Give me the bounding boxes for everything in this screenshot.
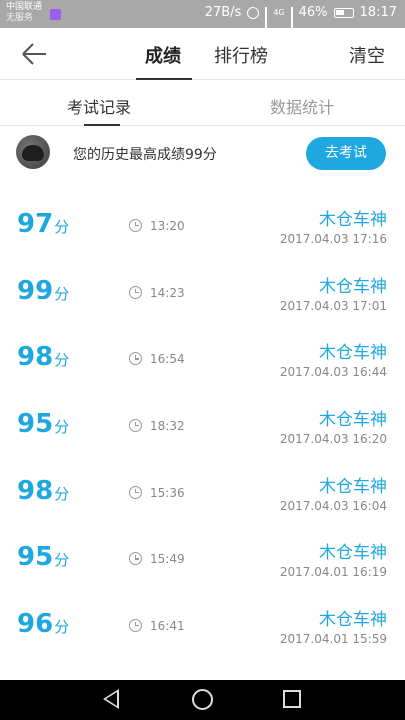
record-score: 96分 <box>17 609 69 639</box>
sub-tabs: 考试记录 数据统计 <box>0 80 405 126</box>
subtab-indicator <box>84 124 120 126</box>
clear-button[interactable]: 清空 <box>349 42 385 68</box>
record-date: 2017.04.03 16:20 <box>279 432 387 447</box>
record-name: 木仓车神 <box>319 343 387 364</box>
arrow-left-icon <box>22 43 46 65</box>
clock-icon <box>129 352 142 366</box>
score-value: 99 <box>17 275 54 306</box>
record-date: 2017.04.03 16:44 <box>279 365 387 380</box>
network-speed: 27B/s <box>204 5 242 20</box>
clock-icon <box>129 419 142 433</box>
alarm-icon <box>247 6 260 19</box>
record-name: 木仓车神 <box>319 476 387 497</box>
clock-icon <box>129 619 142 633</box>
back-button[interactable] <box>20 42 48 66</box>
record-date: 2017.04.01 15:59 <box>279 632 387 647</box>
go-exam-button[interactable]: 去考试 <box>306 137 386 170</box>
record-name: 木仓车神 <box>319 410 387 431</box>
record-duration: 13:20 <box>150 219 185 233</box>
record-duration: 14:23 <box>150 285 185 300</box>
record-name: 木仓车神 <box>319 610 387 631</box>
score-value: 96 <box>17 609 54 640</box>
carrier-name: 中国联通 <box>6 2 43 12</box>
list-item[interactable]: 98分 15:36 木仓车神 2017.04.03 16:04 <box>0 460 405 527</box>
clock-time: 18:17 <box>359 5 397 20</box>
battery-icon <box>333 7 354 18</box>
record-name: 木仓车神 <box>319 210 387 230</box>
list-item[interactable]: 96分 16:41 木仓车神 2017.04.01 15:59 <box>0 593 405 660</box>
record-duration: 15:49 <box>150 552 185 567</box>
list-item[interactable]: 95分 15:49 木仓车神 2017.04.01 16:19 <box>0 526 405 593</box>
best-score-text: 您的历史最高成绩99分 <box>73 147 217 163</box>
record-score: 97分 <box>17 209 69 239</box>
list-item[interactable]: 98分 16:54 木仓车神 2017.04.03 16:44 <box>0 326 405 393</box>
circle-home-icon[interactable] <box>192 689 213 710</box>
record-date: 2017.04.03 16:04 <box>279 498 387 513</box>
record-duration: 15:36 <box>150 485 185 500</box>
clock-icon <box>129 552 142 566</box>
score-unit: 分 <box>54 618 70 637</box>
score-value: 97 <box>17 209 54 239</box>
tab-score[interactable]: 成绩 <box>145 42 181 68</box>
score-unit: 分 <box>54 418 70 437</box>
record-score: 99分 <box>17 276 69 306</box>
list-item[interactable]: 97分 13:20 木仓车神 2017.04.03 17:16 <box>0 193 405 260</box>
score-unit: 分 <box>54 284 70 303</box>
notification-app-icon <box>50 9 61 20</box>
score-unit: 分 <box>54 551 70 570</box>
clock-icon <box>129 219 142 232</box>
triangle-back-icon[interactable] <box>103 689 119 709</box>
record-duration: 16:41 <box>150 619 185 634</box>
record-date: 2017.04.03 17:01 <box>279 298 387 313</box>
record-score: 98分 <box>17 476 69 506</box>
list-item[interactable]: 99分 14:23 木仓车神 2017.04.03 17:01 <box>0 260 405 327</box>
record-list: 97分 13:20 木仓车神 2017.04.03 17:16 99分 14:23 木仓车神… <box>0 193 405 660</box>
record-duration: 18:32 <box>150 419 185 434</box>
status-indicators: 27B/s 4G 46% 18:17 <box>204 5 397 43</box>
best-score-row: 您的历史最高成绩99分 去考试 <box>0 127 405 183</box>
clock-icon <box>129 485 142 499</box>
score-value: 95 <box>17 542 54 573</box>
carrier-status: 无服务 <box>6 13 34 23</box>
network-type: 4G <box>273 8 285 17</box>
record-score: 95分 <box>17 409 69 439</box>
carrier-info: 中国联通 无服务 <box>6 2 42 24</box>
system-nav-bar <box>0 680 405 720</box>
record-duration: 16:54 <box>150 352 185 367</box>
record-score: 98分 <box>17 342 69 372</box>
score-value: 98 <box>17 342 54 373</box>
avatar[interactable] <box>16 135 50 169</box>
record-date: 2017.04.03 17:16 <box>279 232 387 246</box>
score-value: 98 <box>17 475 54 506</box>
top-header: 成绩 排行榜 清空 <box>0 28 405 80</box>
score-unit: 分 <box>54 351 70 370</box>
status-bar: 中国联通 无服务 27B/s 4G 46% 18:17 <box>0 0 405 43</box>
record-date: 2017.04.01 16:19 <box>279 565 387 580</box>
battery-percent: 46% <box>298 5 328 20</box>
clock-icon <box>129 285 142 299</box>
square-recent-icon[interactable] <box>283 690 301 708</box>
record-name: 木仓车神 <box>319 543 387 564</box>
score-unit: 分 <box>54 218 70 236</box>
score-value: 95 <box>17 409 54 440</box>
record-name: 木仓车神 <box>319 276 387 297</box>
score-unit: 分 <box>54 484 70 503</box>
tab-ranking[interactable]: 排行榜 <box>214 42 268 68</box>
tab-exam-records[interactable]: 考试记录 <box>67 94 131 118</box>
signal-icon <box>265 6 268 43</box>
record-score: 95分 <box>17 542 69 572</box>
tab-data-stats[interactable]: 数据统计 <box>270 94 334 118</box>
list-item[interactable]: 95分 18:32 木仓车神 2017.04.03 16:20 <box>0 393 405 460</box>
signal-icon-2 <box>290 6 293 43</box>
